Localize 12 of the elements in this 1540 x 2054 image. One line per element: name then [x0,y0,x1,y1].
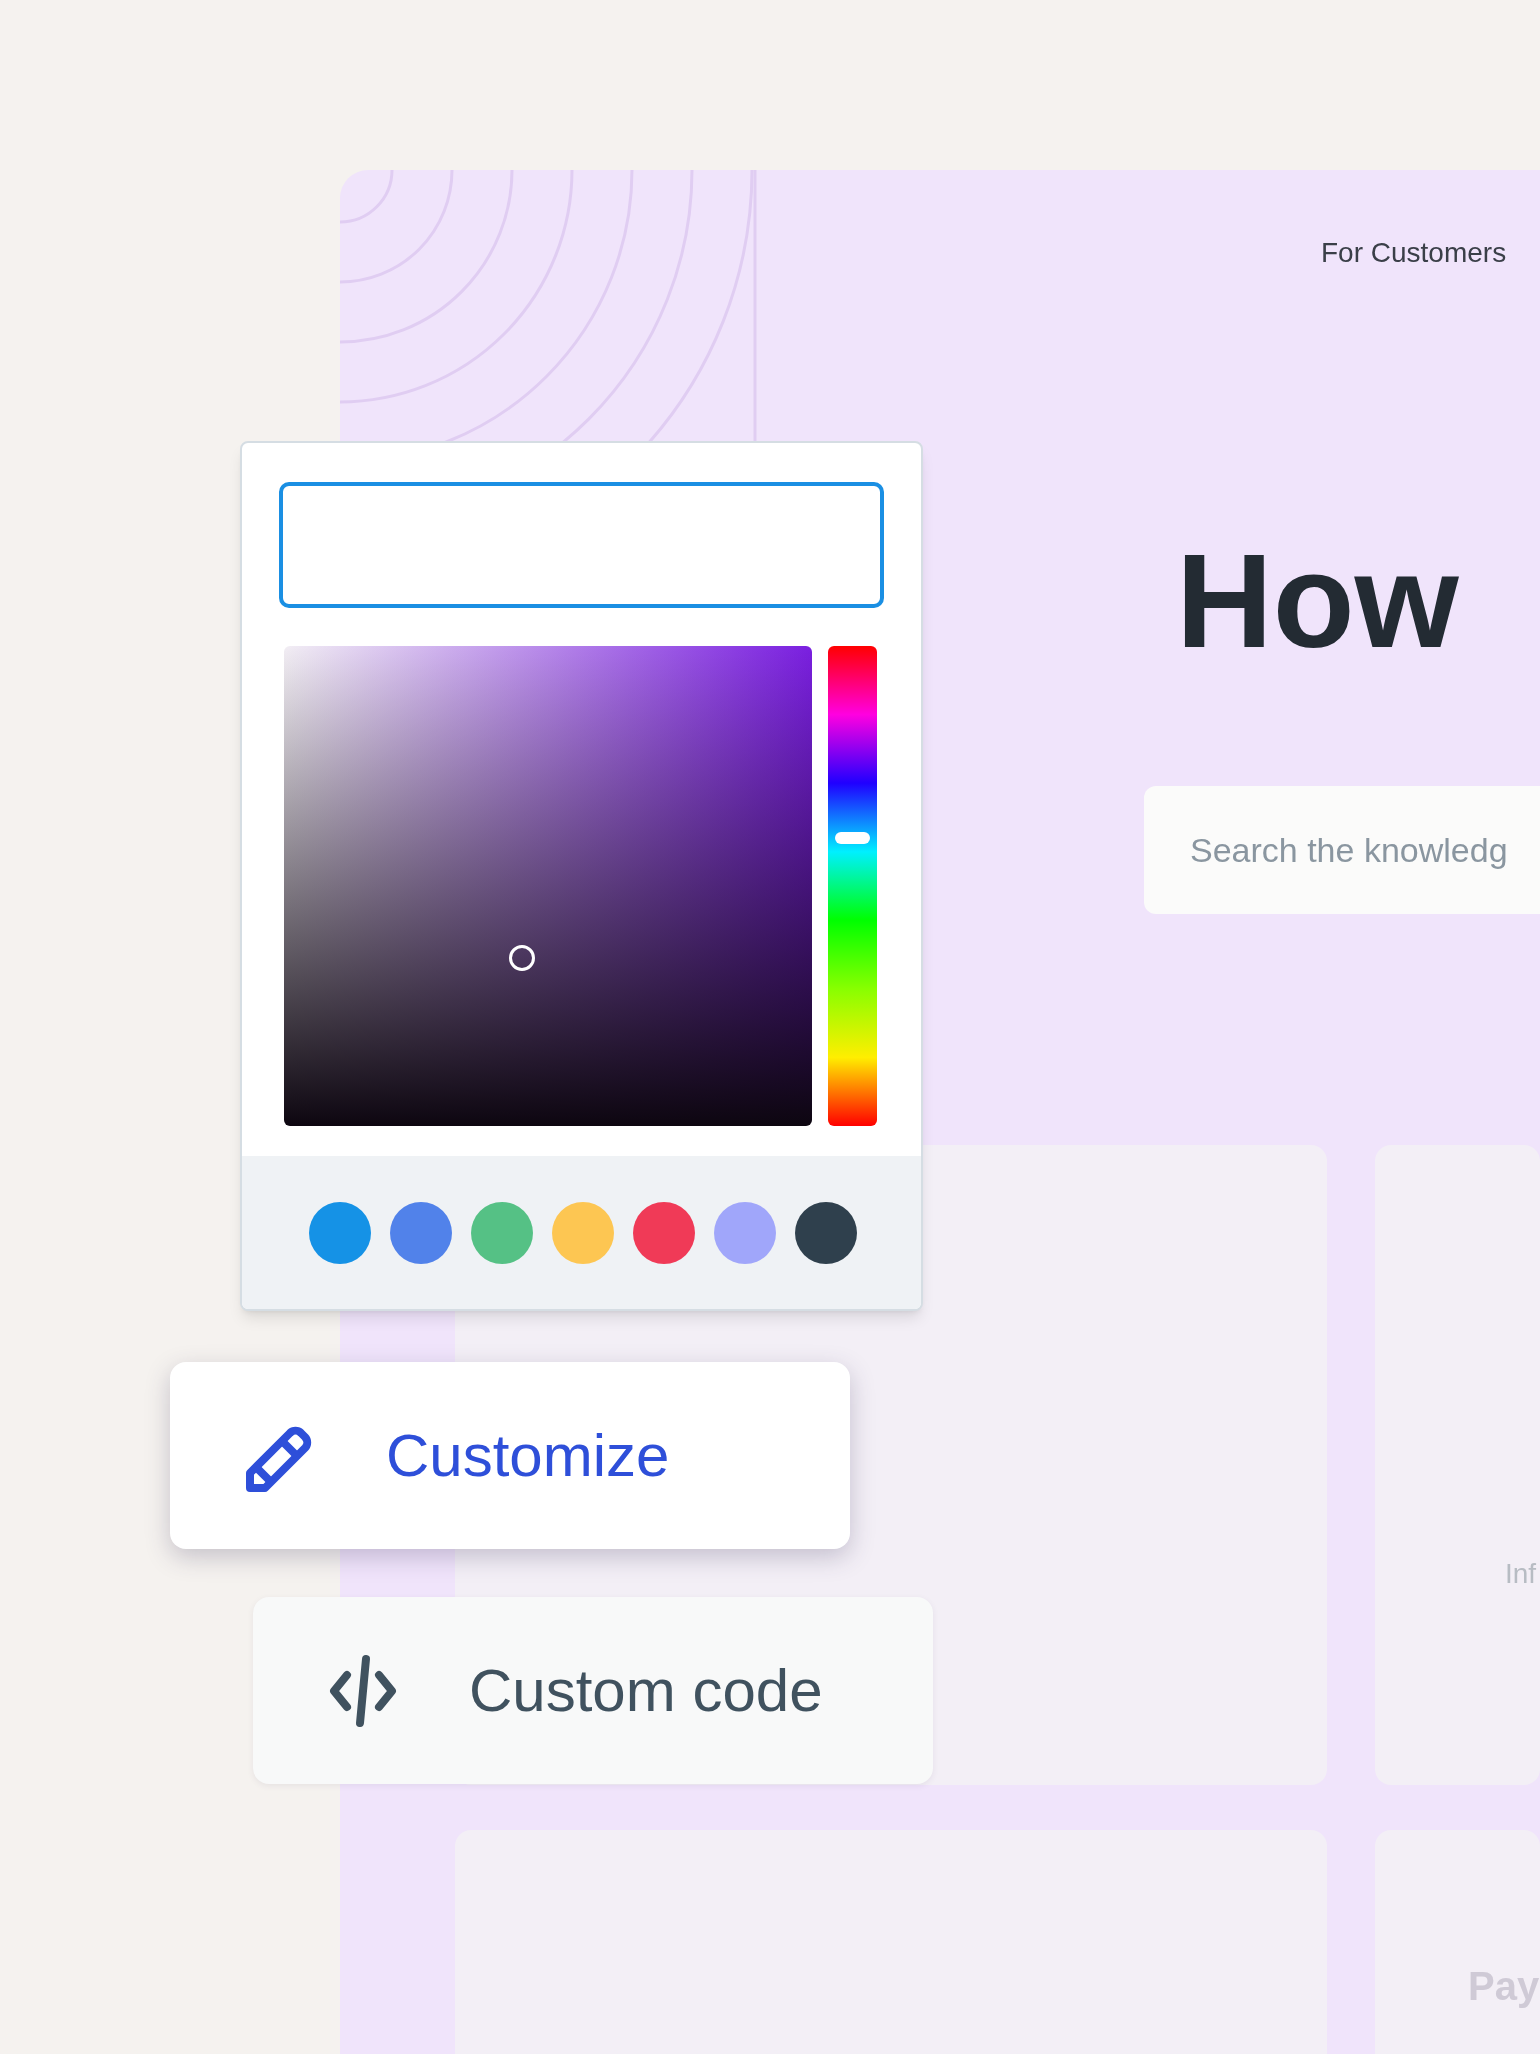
picker-cursor[interactable] [508,945,535,971]
custom-code-button[interactable]: Custom code [253,1597,933,1784]
search-field[interactable]: Search the knowledg [1144,786,1540,914]
card-text: Inf [1505,1557,1537,1591]
page-heading: How [1176,534,1459,668]
hue-slider[interactable] [828,646,877,1126]
color-input-field[interactable] [279,482,884,608]
nav-link[interactable]: For Customers [1321,232,1507,274]
saturation-area[interactable] [284,646,812,1126]
customize-button[interactable]: Customize [170,1362,850,1549]
code-icon [329,1652,397,1729]
slider-thumb[interactable] [835,832,870,844]
